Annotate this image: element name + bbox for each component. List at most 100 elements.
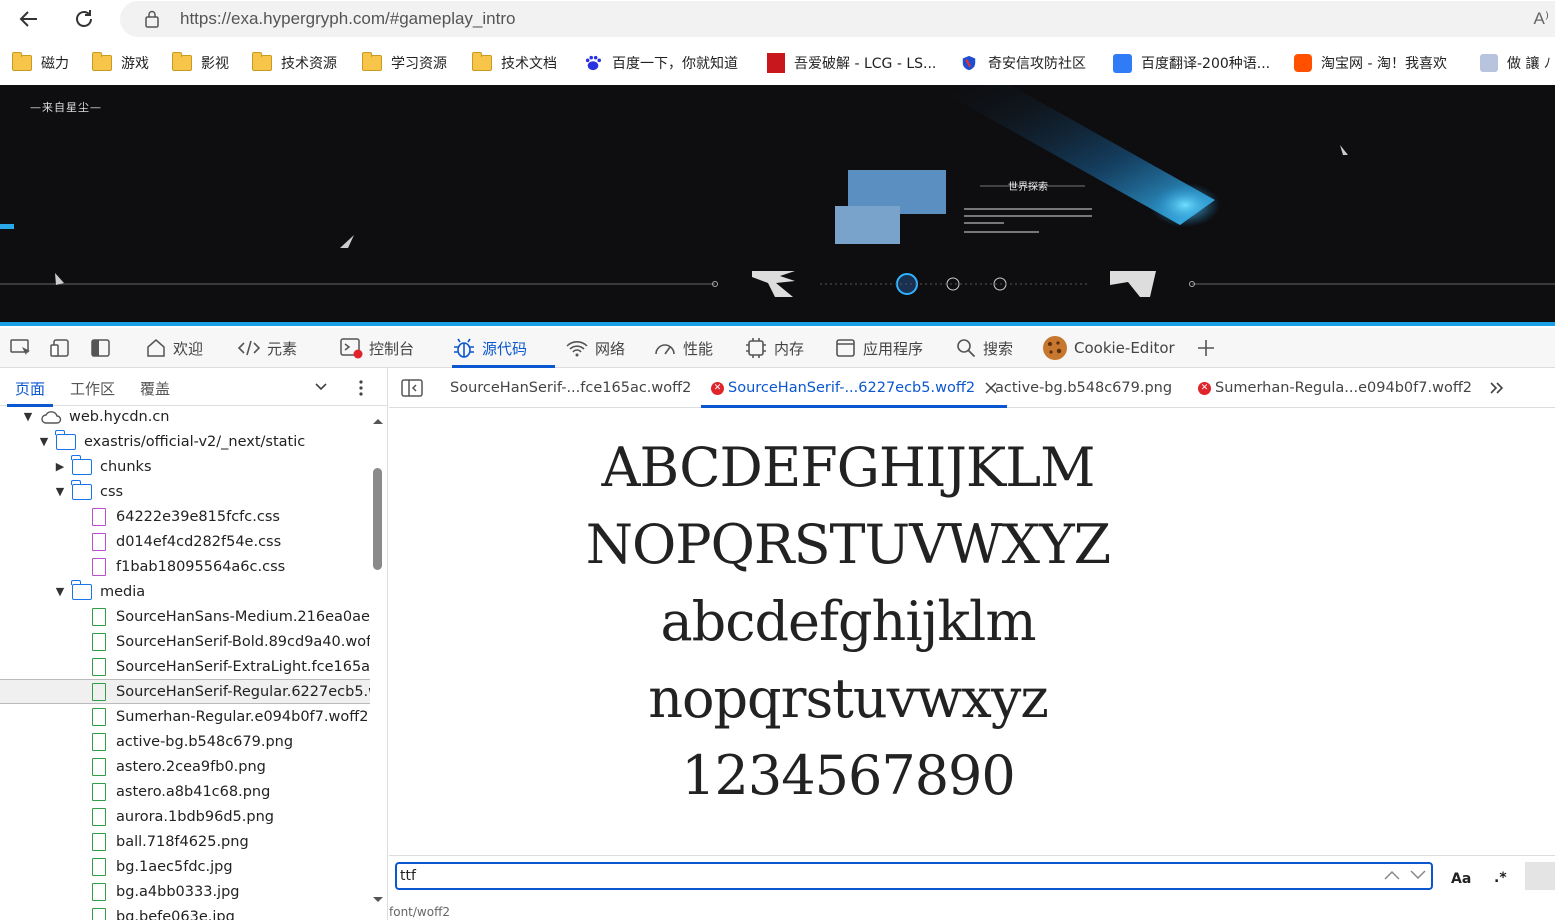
bookmark-taobao[interactable]: 淘宝网 - 淘！我喜欢 <box>1294 52 1447 74</box>
bookmark-52pojie[interactable]: 吾爱破解 - LCG - LS... <box>767 52 936 74</box>
search-icon <box>957 339 976 358</box>
tab-elements[interactable]: 元素 <box>237 328 297 368</box>
editor-tab-label: active-bg.b548c679.png <box>995 380 1173 396</box>
tree-label: bg.a4bb0333.jpg <box>116 883 240 900</box>
bookmark-folder[interactable]: 影视 <box>172 52 229 74</box>
file-icon <box>92 607 106 626</box>
scroll-up-icon[interactable] <box>371 416 385 426</box>
devtools-toolbar: 欢迎 元素 控制台 源代码 网络 性能 内存 应用程序 搜索 Cookie-Ed… <box>0 328 1555 368</box>
error-icon: ✕ <box>1198 381 1211 395</box>
url-field[interactable]: https://exa.hypergryph.com/#gameplay_int… <box>120 1 1555 37</box>
file-icon <box>92 807 106 826</box>
bookmark-label: 技术文档 <box>501 56 557 72</box>
tree-file[interactable]: aurora.1bdb96d5.png <box>0 804 370 829</box>
dock-side-button[interactable] <box>90 328 118 368</box>
back-button[interactable] <box>15 5 43 33</box>
baidu-icon <box>585 55 601 71</box>
regex-button[interactable]: .* <box>1494 870 1507 886</box>
device-emulation-button[interactable] <box>50 328 78 368</box>
editor-tab-label: SourceHanSerif-...6227ecb5.woff2 <box>728 380 976 396</box>
editor-tab-active[interactable]: ✕ SourceHanSerif-...6227ecb5.woff2 <box>700 368 1008 408</box>
folder-icon <box>71 579 92 600</box>
error-icon: ✕ <box>711 381 724 395</box>
tab-memory[interactable]: 内存 <box>744 328 804 368</box>
font-preview: ABCDEFGHIJKLM NOPQRSTUVWXYZ abcdefghijkl… <box>389 420 1555 820</box>
address-bar-row: https://exa.hypergryph.com/#gameplay_int… <box>0 0 1555 38</box>
bookmark-folder[interactable]: 学习资源 <box>362 52 447 74</box>
tab-welcome[interactable]: 欢迎 <box>145 328 203 368</box>
file-icon <box>92 632 106 651</box>
previous-match-icon[interactable] <box>1383 869 1401 881</box>
more-tools-button[interactable] <box>1196 328 1222 368</box>
bookmark-label: 百度翻译-200种语... <box>1141 56 1271 72</box>
editor-tabs: SourceHanSerif-...fce165ac.woff2 ✕ Sourc… <box>389 368 1555 408</box>
tab-label: 欢迎 <box>173 339 204 358</box>
bookmark-label: 做 讓 ﾉ <box>1507 56 1551 72</box>
editor-tab-label: Sumerhan-Regula...e094b0f7.woff2 <box>1215 380 1473 396</box>
editor-tab[interactable]: SourceHanSerif-...fce165ac.woff2 <box>450 368 691 408</box>
toggle-navigator-icon[interactable] <box>401 379 423 397</box>
bookmark-folder[interactable]: 游戏 <box>92 52 149 74</box>
read-aloud-icon[interactable]: A⁾ <box>1533 9 1549 29</box>
bookmark-folder[interactable]: 技术资源 <box>252 52 337 74</box>
bookmark-label: 百度一下，你就知道 <box>612 56 738 72</box>
tab-cookie-editor[interactable]: Cookie-Editor <box>1042 328 1175 368</box>
application-icon <box>836 339 855 357</box>
folder-icon <box>362 52 382 71</box>
inspect-icon <box>10 339 30 355</box>
editor-tab[interactable]: active-bg.b548c679.png <box>995 368 1172 408</box>
taobao-icon <box>1294 54 1312 72</box>
inspect-element-button[interactable] <box>10 328 38 368</box>
bookmark-folder[interactable]: 磁力 <box>12 52 69 74</box>
reload-button[interactable] <box>70 5 98 33</box>
editor-tab[interactable]: ✕ Sumerhan-Regula...e094b0f7.woff2 <box>1198 368 1472 408</box>
file-icon <box>92 682 106 701</box>
bookmark-label: 吾爱破解 - LCG - LS... <box>794 56 937 72</box>
tab-network[interactable]: 网络 <box>565 328 625 368</box>
more-tabs-icon[interactable] <box>1489 381 1505 395</box>
home-icon <box>147 339 165 357</box>
tree-file[interactable]: bg.befe063e.jpg <box>0 904 370 920</box>
plus-icon <box>1198 340 1214 356</box>
tab-label: 元素 <box>267 339 298 358</box>
tree-file[interactable]: bg.a4bb0333.jpg <box>0 879 370 904</box>
page-accent-line <box>0 322 1555 326</box>
next-match-icon[interactable] <box>1409 869 1427 881</box>
tab-label: Cookie-Editor <box>1074 339 1175 357</box>
tree-file[interactable]: ball.718f4625.png <box>0 829 370 854</box>
scroll-down-icon[interactable] <box>371 895 385 905</box>
tree-label: web.hycdn.cn <box>69 408 170 425</box>
editor-tab-label: SourceHanSerif-...fce165ac.woff2 <box>450 380 692 396</box>
navigator-tabs: 页面 工作区 覆盖 <box>0 368 387 407</box>
expanded-triangle-icon: ▼ <box>55 485 65 498</box>
bookmark-site[interactable]: 做 讓 ﾉ <box>1480 52 1551 74</box>
folder-icon <box>12 52 32 71</box>
tree-origin[interactable]: ▼ web.hycdn.cn <box>0 404 370 429</box>
tab-application[interactable]: 应用程序 <box>835 328 923 368</box>
match-case-button[interactable]: Aa <box>1451 871 1471 887</box>
baidu-translate-icon <box>1113 53 1132 73</box>
more-options-icon[interactable] <box>358 379 364 397</box>
tab-overrides[interactable]: 覆盖 <box>140 378 170 399</box>
tab-page[interactable]: 页面 <box>6 378 54 407</box>
tab-sources[interactable]: 源代码 <box>452 328 556 368</box>
tab-workspace[interactable]: 工作区 <box>70 378 115 399</box>
tab-console[interactable]: 控制台 <box>339 328 414 368</box>
file-icon <box>92 507 106 526</box>
bookmark-qianxin[interactable]: 奇安信攻防社区 <box>959 52 1086 74</box>
tab-performance[interactable]: 性能 <box>653 328 713 368</box>
bookmark-folder[interactable]: 技术文档 <box>472 52 557 74</box>
chevron-down-icon[interactable] <box>314 382 328 392</box>
bookmark-baidu[interactable]: 百度一下，你就知道 <box>583 52 738 74</box>
search-input[interactable]: ttf <box>395 862 1433 890</box>
bookmark-baidu-translate[interactable]: 百度翻译-200种语... <box>1113 52 1270 74</box>
52pojie-icon <box>767 53 785 73</box>
folder-icon <box>92 52 112 71</box>
section-title: 世界探索 <box>1008 180 1048 193</box>
tree-file[interactable]: bg.1aec5fdc.jpg <box>0 854 370 879</box>
tab-search[interactable]: 搜索 <box>955 328 1013 368</box>
replace-button[interactable] <box>1525 862 1555 890</box>
file-icon <box>92 657 106 676</box>
cloud-icon <box>41 410 62 424</box>
memory-chip-icon <box>746 338 766 358</box>
